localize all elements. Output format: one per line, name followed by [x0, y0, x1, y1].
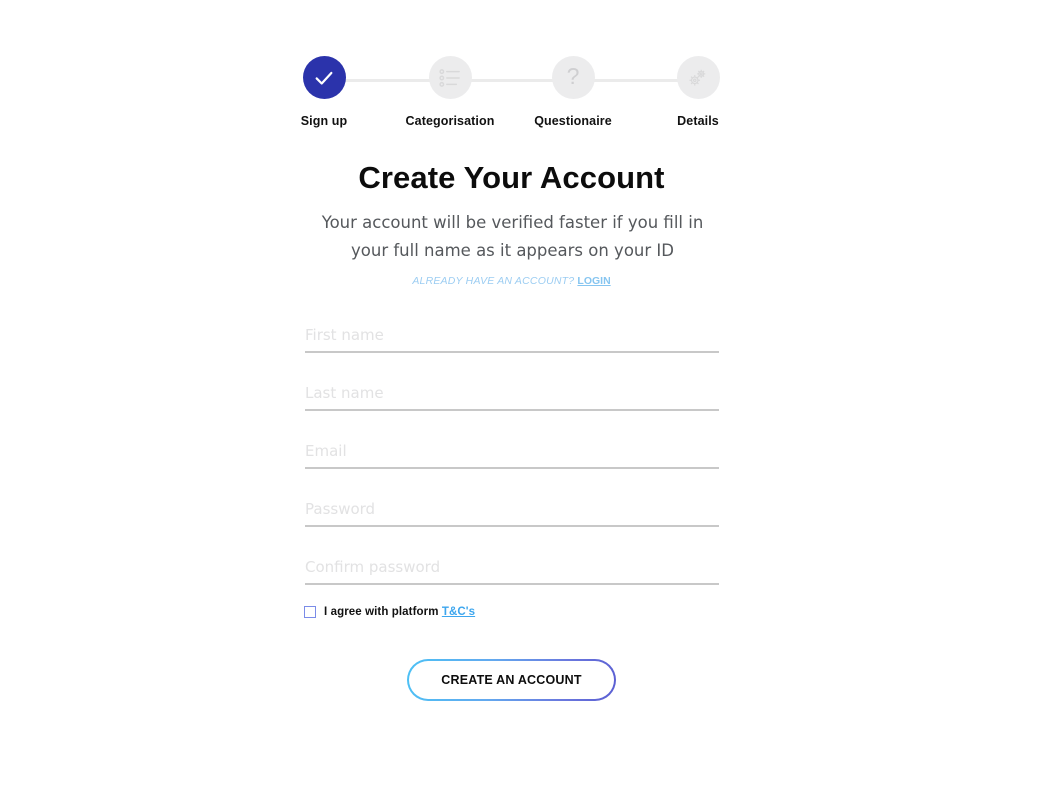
step-label-categorisation: Categorisation: [405, 114, 495, 128]
step-circle-questionaire[interactable]: ?: [551, 56, 595, 99]
terms-checkbox[interactable]: [304, 606, 316, 618]
password-field: [305, 499, 719, 557]
page-title: Create Your Account: [358, 160, 665, 195]
page-subtitle: Your account will be verified faster if …: [321, 213, 704, 260]
first-name-field: [305, 325, 719, 383]
submit-button-container: CREATE AN ACCOUNT: [0, 659, 1023, 701]
email-input[interactable]: [305, 441, 719, 469]
terms-link[interactable]: T&C's: [442, 606, 475, 618]
step-label-details: Details: [677, 114, 719, 128]
step-circle-details[interactable]: [676, 56, 720, 99]
step-details[interactable]: Details: [638, 56, 758, 128]
step-categorisation[interactable]: Categorisation: [390, 56, 510, 128]
step-circle-categorisation[interactable]: [428, 56, 472, 99]
terms-agreement-row: I agree with platform T&C's: [304, 604, 475, 620]
step-circle-sign-up[interactable]: [302, 56, 346, 99]
first-name-input[interactable]: [305, 325, 719, 353]
terms-agreement-label: I agree with platform T&C's: [324, 606, 475, 618]
progress-stepper: Sign up Categorisation ? Questionaire De…: [286, 56, 736, 128]
create-account-button-label: CREATE AN ACCOUNT: [409, 661, 614, 699]
login-prompt-row: ALREADY HAVE AN ACCOUNT? LOGIN: [0, 275, 1023, 287]
last-name-field: [305, 383, 719, 441]
login-link[interactable]: LOGIN: [577, 275, 610, 287]
step-label-sign-up: Sign up: [300, 114, 348, 128]
login-prompt-text: ALREADY HAVE AN ACCOUNT?: [412, 275, 575, 287]
step-questionaire[interactable]: ? Questionaire: [513, 56, 633, 128]
create-account-button[interactable]: CREATE AN ACCOUNT: [407, 659, 616, 701]
password-input[interactable]: [305, 499, 719, 527]
step-label-questionaire: Questionaire: [534, 114, 612, 128]
terms-agreement-text: I agree with platform: [324, 606, 439, 618]
confirm-password-input[interactable]: [305, 557, 719, 585]
signup-form: [305, 325, 719, 615]
question-icon: ?: [566, 63, 580, 89]
gears-icon: [686, 66, 710, 90]
email-field: [305, 441, 719, 499]
last-name-input[interactable]: [305, 383, 719, 411]
signup-page: Sign up Categorisation ? Questionaire De…: [0, 0, 1051, 800]
step-sign-up[interactable]: Sign up: [264, 56, 384, 128]
check-icon: [313, 67, 335, 89]
list-icon: [439, 68, 461, 88]
